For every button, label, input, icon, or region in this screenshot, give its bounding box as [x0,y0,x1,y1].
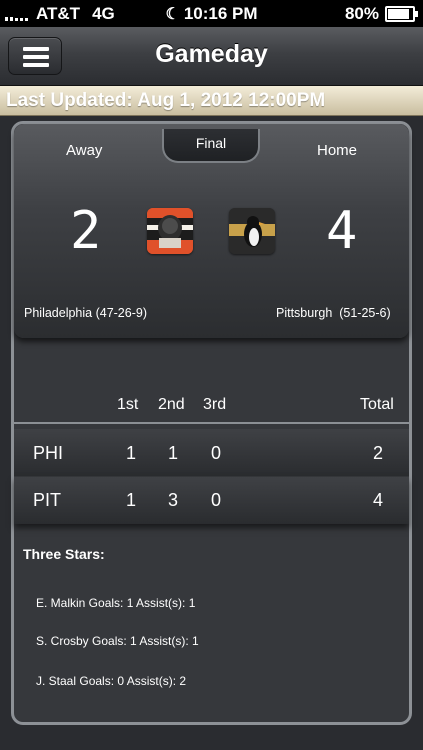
total-score: 2 [373,443,384,463]
battery-icon [385,6,418,22]
flyers-logo-icon [147,208,193,254]
period-score: 1 [126,490,137,510]
penguins-logo-icon [229,208,275,254]
home-label: Home [317,142,358,159]
moon-icon: ☾ [165,6,180,23]
period-score: 0 [211,490,222,510]
star-item: E. Malkin Goals: 1 Assist(s): 1 [36,596,196,610]
away-team-record: Philadelphia (47-26-9) [24,306,147,320]
game-status-tab: Final [162,129,260,163]
team-abbr: PHI [33,443,64,463]
battery-fill [388,9,409,19]
box-score-divider [14,422,409,424]
status-right: 80% [344,4,418,24]
three-stars-title: Three Stars: [23,546,105,562]
last-updated-banner: Last Updated: Aug 1, 2012 12:00PM [0,86,423,116]
away-label: Away [66,142,103,159]
time-label: 10:16 PM [183,4,258,23]
away-score: 2 [70,201,102,261]
period-header-1st: 1st [117,396,139,413]
team-abbr: PIT [33,490,62,510]
period-header-3rd: 3rd [203,396,227,413]
period-score: 1 [126,443,137,463]
star-item: J. Staal Goals: 0 Assist(s): 2 [36,674,187,688]
period-header-2nd: 2nd [158,396,185,413]
period-header-total: Total [360,396,394,413]
navigation-bar: Gameday [0,27,423,86]
battery-percent: 80% [344,4,379,23]
home-score: 4 [326,201,358,261]
period-score: 1 [168,443,179,463]
home-team-record: Pittsburgh (51-25-6) [276,306,391,320]
status-bar: AT&T 4G ☾ 10:16 PM 80% [0,0,423,27]
page-title: Gameday [155,40,268,68]
period-score: 0 [211,443,222,463]
star-item: S. Crosby Goals: 1 Assist(s): 1 [36,634,199,648]
period-score: 3 [168,490,179,510]
total-score: 4 [373,490,384,510]
